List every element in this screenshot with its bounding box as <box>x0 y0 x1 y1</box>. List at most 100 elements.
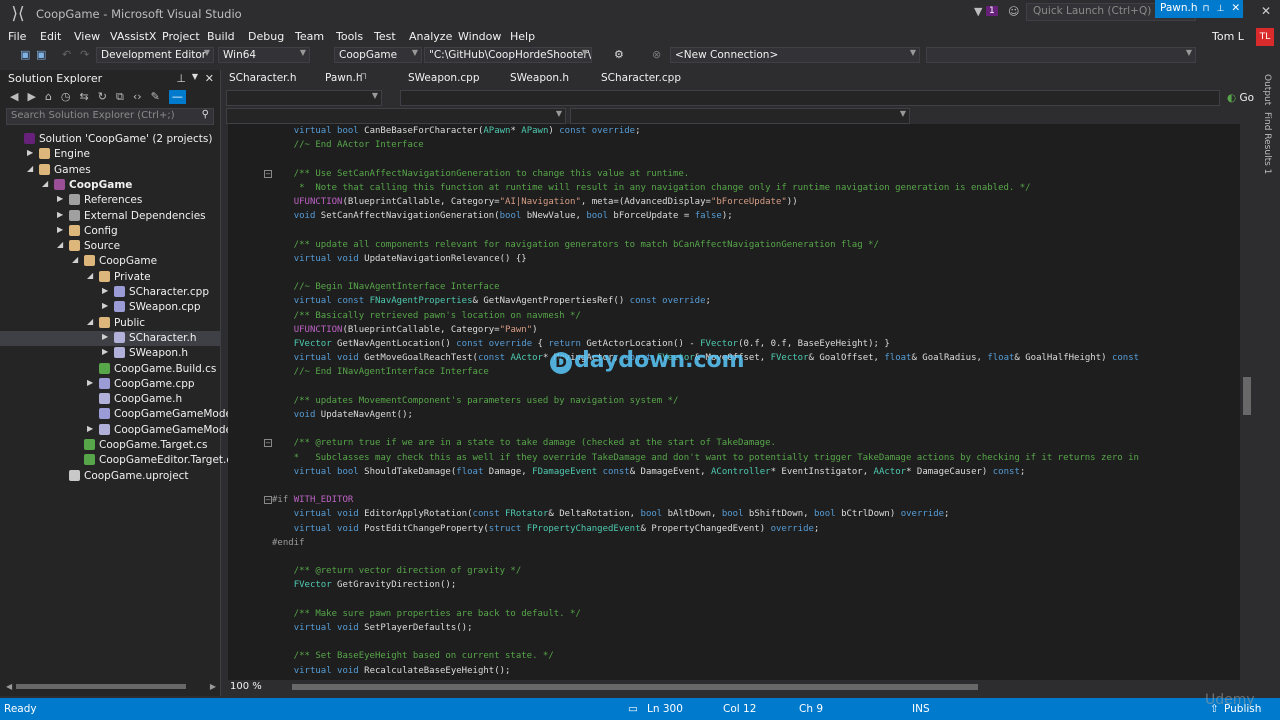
code-line[interactable]: * Note that calling this function at run… <box>272 181 1031 195</box>
scope-select[interactable]: ▼ <box>226 90 382 106</box>
expand-arrow-icon[interactable]: ▶ <box>57 210 63 219</box>
database-select[interactable]: ▼ <box>926 47 1196 63</box>
insert-mode[interactable]: INS <box>912 703 930 715</box>
close-tab-icon[interactable]: ✕ <box>1231 2 1240 14</box>
undo-icon[interactable]: ↶ <box>62 48 71 61</box>
code-line[interactable]: /** update all components relevant for n… <box>272 238 879 252</box>
code-line[interactable]: virtual void PostEditChangeProperty(stru… <box>272 522 820 536</box>
code-line[interactable]: UFUNCTION(BlueprintCallable, Category="A… <box>272 195 798 209</box>
code-line[interactable]: //~ Begin INavAgentInterface Interface <box>272 280 500 294</box>
menu-view[interactable]: View <box>74 30 100 43</box>
code-line[interactable]: #endif <box>272 536 305 550</box>
refresh-icon[interactable]: ↻ <box>98 90 107 104</box>
code-line[interactable]: virtual void UpdateNavigationRelevance()… <box>272 252 527 266</box>
output-panel-tab[interactable]: Output <box>1262 74 1272 105</box>
menu-help[interactable]: Help <box>510 30 535 43</box>
code-line[interactable]: virtual bool ShouldTakeDamage(float Dama… <box>272 465 1026 479</box>
back-icon[interactable]: ◀ <box>10 90 18 104</box>
code-line[interactable]: virtual void SetPlayerDefaults(); <box>272 621 473 635</box>
tab-scharacter-h[interactable]: SCharacter.h <box>229 72 297 84</box>
tree-item[interactable]: ▶ SWeapon.cpp <box>0 300 220 315</box>
tree-item[interactable]: Solution 'CoopGame' (2 projects) <box>0 132 220 147</box>
debug-target-select[interactable]: "C:\GitHub\CoopHordeShooter\Co ▼ <box>424 47 592 63</box>
expand-arrow-icon[interactable]: ▶ <box>87 378 93 387</box>
code-view-icon[interactable]: ‹› <box>133 90 142 104</box>
connection-select[interactable]: <New Connection> ▼ <box>670 47 920 63</box>
code-line[interactable]: /** updates MovementComponent's paramete… <box>272 394 679 408</box>
tree-item[interactable]: ◢ CoopGame <box>0 178 220 193</box>
fold-toggle-icon[interactable]: − <box>264 169 272 178</box>
tree-item[interactable]: CoopGame.Target.cs <box>0 438 220 453</box>
properties-icon[interactable]: ✎ <box>151 90 160 104</box>
code-line[interactable]: #if WITH_EDITOR <box>272 493 353 507</box>
expand-arrow-icon[interactable]: ▶ <box>57 194 63 203</box>
code-line[interactable]: virtual void EditorApplyRotation(const F… <box>272 507 950 521</box>
editor-horizontal-scrollbar[interactable] <box>292 684 978 690</box>
tree-item[interactable]: CoopGameEditor.Target.cs <box>0 453 238 468</box>
menu-edit[interactable]: Edit <box>40 30 61 43</box>
zoom-level[interactable]: 100 % <box>230 681 262 692</box>
collapse-all-icon[interactable]: ⧉ <box>116 90 124 104</box>
code-line[interactable]: * Subclasses may check this as well if t… <box>272 451 1139 465</box>
tree-item[interactable]: ▶ References <box>0 193 220 208</box>
close-icon[interactable]: ✕ <box>205 72 214 85</box>
panel-menu-icon[interactable]: ▼ <box>192 72 198 81</box>
code-line[interactable]: virtual bool CanBeBaseForCharacter(APawn… <box>272 124 641 138</box>
collapse-arrow-icon[interactable]: ◢ <box>57 240 63 249</box>
expand-arrow-icon[interactable]: ▶ <box>102 332 108 341</box>
save-icon[interactable]: ▣ <box>20 48 30 61</box>
code-line[interactable]: /** @return true if we are in a state to… <box>272 436 776 450</box>
feedback-icon[interactable]: ☺ <box>1008 5 1019 18</box>
fold-toggle-icon[interactable]: − <box>264 439 272 448</box>
gear-icon[interactable]: ⚙ <box>614 48 624 61</box>
code-line[interactable]: /** @return vector direction of gravity … <box>272 564 522 578</box>
tree-item[interactable]: ◢ Public <box>0 316 220 331</box>
code-line[interactable]: virtual void RecalculateBaseEyeHeight(); <box>272 664 511 678</box>
tree-item[interactable]: CoopGame.h <box>0 392 220 407</box>
code-line[interactable]: UFUNCTION(BlueprintCallable, Category="P… <box>272 323 538 337</box>
solution-horizontal-scrollbar[interactable]: ◀ ▶ <box>6 682 216 691</box>
tree-item[interactable]: ▶ SCharacter.cpp <box>0 285 220 300</box>
vax-search-input[interactable] <box>400 90 1220 106</box>
menu-vassistx[interactable]: VAssistX <box>110 30 156 43</box>
tree-item[interactable]: ▶ SWeapon.h <box>0 346 220 361</box>
menu-team[interactable]: Team <box>295 30 324 43</box>
forward-icon[interactable]: ▶ <box>27 90 35 104</box>
expand-arrow-icon[interactable]: ▶ <box>27 148 33 157</box>
menu-build[interactable]: Build <box>207 30 235 43</box>
code-line[interactable]: //~ End AActor Interface <box>272 138 424 152</box>
code-line[interactable]: //~ End INavAgentInterface Interface <box>272 365 489 379</box>
redo-icon[interactable]: ↷ <box>80 48 89 61</box>
code-line[interactable]: /** Make sure pawn properties are back t… <box>272 607 581 621</box>
filter-icon[interactable]: ▼ <box>974 5 982 18</box>
expand-arrow-icon[interactable]: ▶ <box>102 286 108 295</box>
tree-item[interactable]: CoopGameGameModeBa <box>0 407 246 422</box>
menu-window[interactable]: Window <box>458 30 501 43</box>
collapse-arrow-icon[interactable]: ◢ <box>27 164 33 173</box>
cancel-icon[interactable]: ⊗ <box>652 48 661 61</box>
tree-item[interactable]: ▶ Engine <box>0 147 220 162</box>
tab-scharacter-cpp[interactable]: SCharacter.cpp <box>601 72 681 84</box>
go-button[interactable]: ◐ Go <box>1227 92 1254 104</box>
tree-item[interactable]: ◢ Source <box>0 239 220 254</box>
tree-item[interactable]: ▶ CoopGame.cpp <box>0 377 220 392</box>
startup-project-select[interactable]: CoopGame ▼ <box>334 47 422 63</box>
tab-active-pawn-h[interactable]: Pawn.h ⊓ ⊥ ✕ <box>1155 0 1243 18</box>
code-line[interactable]: virtual const FNavAgentProperties& GetNa… <box>272 294 711 308</box>
home-icon[interactable]: ⌂ <box>45 90 52 104</box>
editor-vertical-scrollbar[interactable] <box>1240 124 1254 680</box>
code-line[interactable]: void SetCanAffectNavigationGeneration(bo… <box>272 209 733 223</box>
tree-item[interactable]: ▶ SCharacter.h <box>0 330 220 346</box>
pin-icon[interactable]: ⊥ <box>1217 4 1225 14</box>
menu-project[interactable]: Project <box>162 30 200 43</box>
fold-toggle-icon[interactable]: − <box>264 496 272 505</box>
menu-file[interactable]: File <box>8 30 26 43</box>
collapse-arrow-icon[interactable]: ◢ <box>87 317 93 326</box>
tab-pawn-h[interactable]: Pawn.h <box>325 72 363 84</box>
minus-icon[interactable]: — <box>168 90 186 104</box>
expand-arrow-icon[interactable]: ▶ <box>57 225 63 234</box>
code-line[interactable]: FVector GetGravityDirection(); <box>272 578 457 592</box>
tree-item[interactable]: ◢ CoopGame <box>0 254 220 269</box>
pin-icon[interactable]: ⊥ <box>176 72 186 85</box>
tree-item[interactable]: ▶ External Dependencies <box>0 209 220 224</box>
